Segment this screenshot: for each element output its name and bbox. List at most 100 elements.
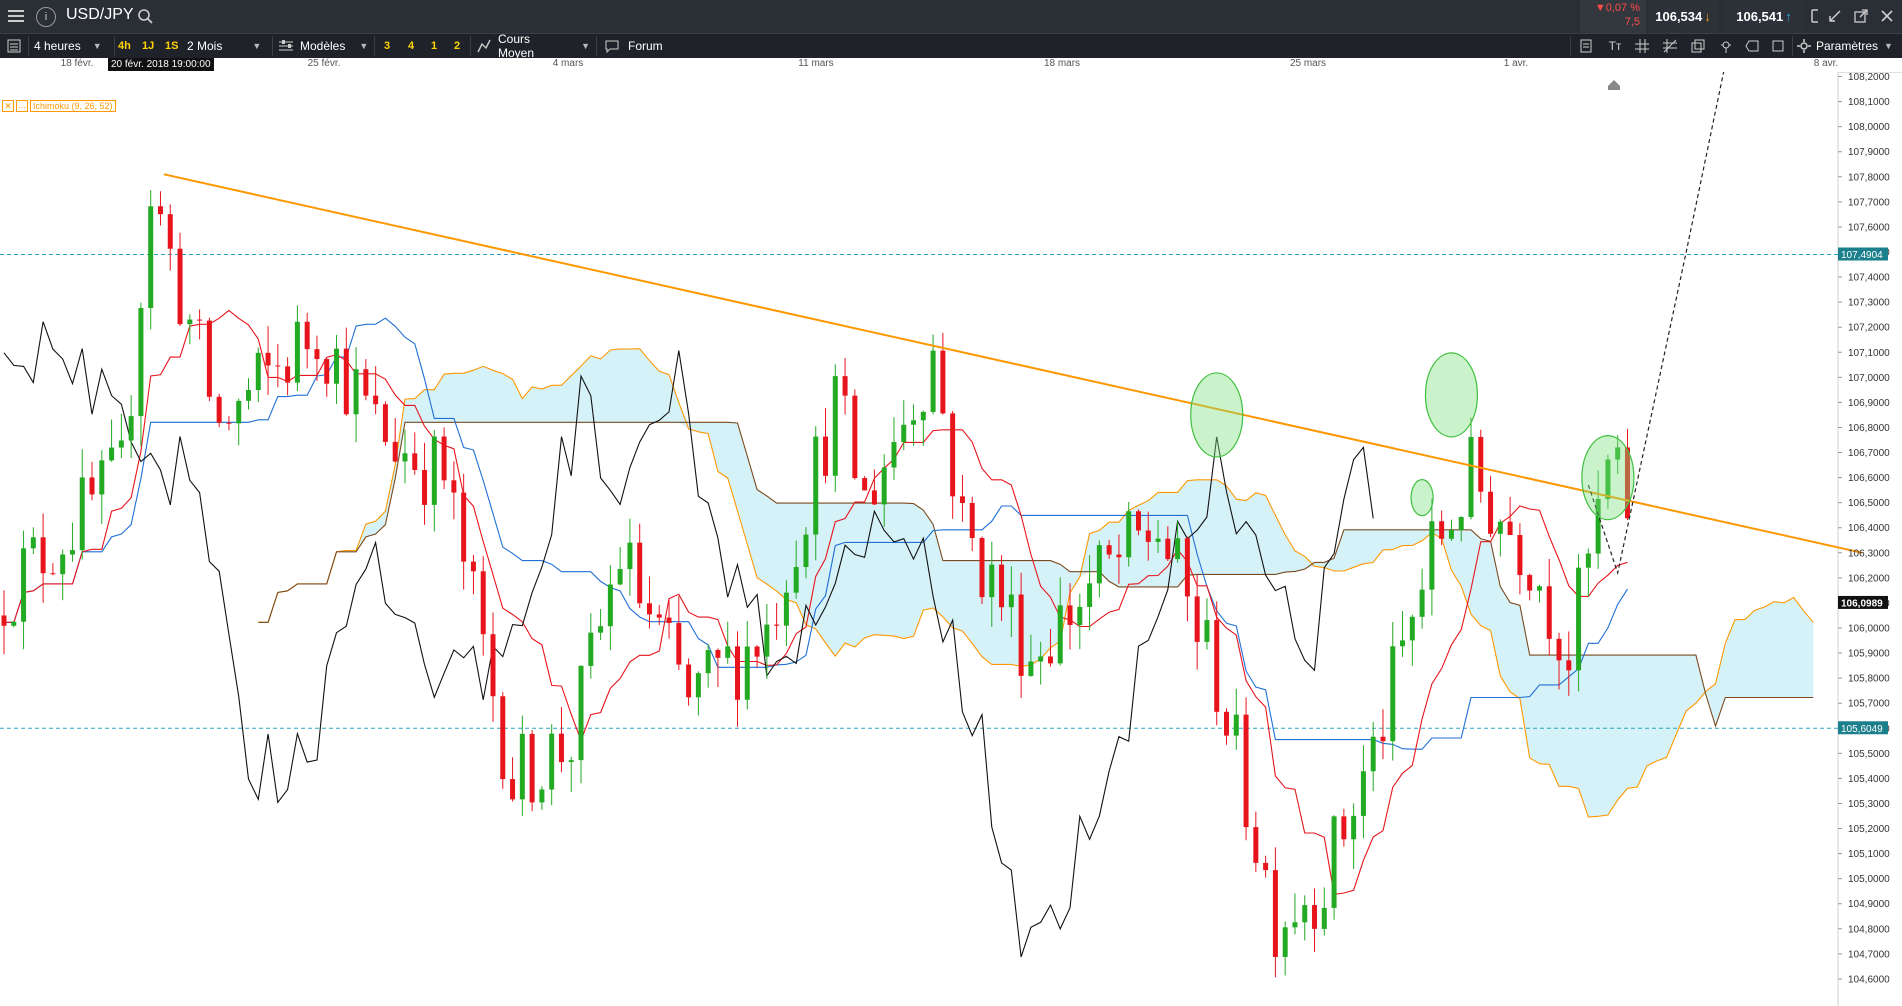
chevron-down-icon: ▼: [359, 41, 369, 51]
copy-icon[interactable]: [1690, 38, 1706, 54]
collapse-icon[interactable]: [1826, 7, 1844, 25]
candle: [666, 617, 672, 624]
candle: [1214, 620, 1220, 712]
chevron-down-icon: ▼: [252, 41, 262, 51]
grid-icon[interactable]: [1634, 38, 1650, 54]
candle: [461, 492, 467, 562]
candle: [1419, 589, 1425, 617]
candle: [1409, 616, 1415, 641]
popout-icon[interactable]: [1852, 7, 1870, 25]
candle: [578, 665, 584, 761]
candle: [852, 395, 858, 479]
list-icon[interactable]: [6, 38, 22, 54]
candle: [558, 733, 564, 763]
price-type-icon[interactable]: [476, 38, 492, 54]
candle: [656, 614, 662, 618]
close-icon[interactable]: [1878, 7, 1896, 25]
candle: [519, 733, 525, 800]
layout-3-button[interactable]: 3: [384, 37, 390, 55]
price-chart[interactable]: 104,6000 104,7000 104,8000 104,9000 105,0000…: [0, 72, 1902, 1006]
candle: [1, 615, 7, 626]
quick-1w-button[interactable]: 1S: [165, 37, 178, 55]
range-select[interactable]: 2 Mois ▼: [187, 37, 267, 55]
candle: [1585, 553, 1591, 568]
templates-icon[interactable]: [278, 38, 294, 54]
arrow-up-icon: ↑: [1785, 9, 1792, 24]
candle: [1488, 491, 1494, 534]
more-icon[interactable]: …: [16, 100, 28, 112]
candle: [1478, 436, 1484, 492]
doc-icon[interactable]: [1578, 38, 1594, 54]
divider: [272, 36, 273, 56]
price-type-select[interactable]: Cours Moyen ▼: [498, 32, 590, 60]
candle: [1263, 862, 1269, 871]
settings-button[interactable]: Paramètres ▼: [1816, 37, 1900, 55]
candle: [1468, 436, 1474, 518]
candle: [646, 603, 652, 615]
candle: [1282, 927, 1288, 957]
layout-4-button[interactable]: 4: [408, 37, 414, 55]
candle: [21, 548, 27, 622]
gear-icon[interactable]: [1796, 38, 1812, 54]
y-tick-label: 106,7000: [1848, 448, 1890, 459]
y-tick-label: 105,4000: [1848, 774, 1890, 785]
quick-4h-button[interactable]: 4h: [118, 37, 131, 55]
search-icon[interactable]: [136, 7, 154, 25]
y-tick-label: 105,2000: [1848, 824, 1890, 835]
candle: [246, 390, 251, 401]
candle: [744, 646, 750, 700]
candle: [1448, 530, 1454, 539]
y-tick-label: 107,4000: [1848, 273, 1890, 284]
fib-icon[interactable]: [1662, 38, 1678, 54]
candle: [1458, 517, 1464, 531]
forum-button[interactable]: Forum: [628, 37, 663, 55]
bid-price-box[interactable]: 106,534 ↓: [1648, 0, 1718, 33]
candle: [363, 369, 369, 396]
layout-1-button[interactable]: 1: [431, 37, 437, 55]
candle: [920, 411, 926, 421]
candle: [764, 624, 770, 657]
candle: [1566, 660, 1572, 671]
resize-icon[interactable]: [1808, 8, 1822, 24]
divider: [596, 36, 597, 56]
info-icon[interactable]: i: [36, 7, 56, 27]
candle: [236, 400, 242, 424]
pin-icon[interactable]: [1718, 38, 1734, 54]
text-tool-icon[interactable]: Tт: [1606, 38, 1624, 54]
quick-1d-button[interactable]: 1J: [142, 37, 154, 55]
chart-area[interactable]: 104,6000 104,7000 104,8000 104,9000 105,0000…: [0, 72, 1902, 1006]
menu-icon[interactable]: [6, 7, 26, 25]
candle: [617, 569, 623, 585]
divider: [470, 36, 471, 56]
date-label: 1 avr.: [1503, 58, 1529, 69]
price-type-label: Cours Moyen: [498, 32, 535, 60]
indicator-legend[interactable]: ✕ … Ichimoku (9, 26, 52): [2, 100, 116, 112]
candle: [803, 534, 809, 568]
candle: [1390, 646, 1396, 742]
tag-icon[interactable]: [1744, 38, 1760, 54]
candle: [402, 453, 408, 462]
square-icon[interactable]: [1770, 38, 1786, 54]
change-box: ▼0,07 % 7,5: [1580, 0, 1646, 33]
candle: [109, 447, 115, 461]
range-label: 2 Mois: [187, 39, 223, 53]
candle: [1321, 907, 1327, 929]
candle: [598, 626, 604, 633]
candle: [1429, 521, 1435, 590]
candle: [216, 396, 222, 423]
candle: [1400, 640, 1406, 647]
candle: [1126, 511, 1132, 558]
ask-price-box[interactable]: 106,541 ↑: [1724, 0, 1804, 33]
chat-icon[interactable]: [604, 38, 620, 54]
timeframe-select[interactable]: 4 heures ▼: [34, 37, 110, 55]
candle: [1106, 545, 1112, 555]
candle: [255, 352, 261, 391]
templates-select[interactable]: Modèles ▼: [300, 37, 370, 55]
candle: [324, 359, 330, 384]
layout-2-button[interactable]: 2: [454, 37, 460, 55]
close-icon[interactable]: ✕: [2, 100, 14, 112]
arrow-down-icon: ↓: [1704, 9, 1711, 24]
candle: [500, 696, 506, 780]
y-tick-label: 108,0000: [1848, 122, 1890, 133]
y-tick-label: 105,1000: [1848, 849, 1890, 860]
